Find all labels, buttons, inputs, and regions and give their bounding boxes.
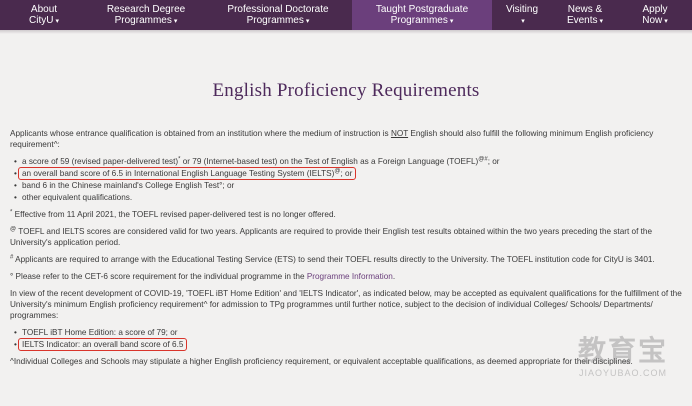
watermark-logo: 教育宝 xyxy=(577,335,668,366)
covid-paragraph: In view of the recent development of COV… xyxy=(10,289,682,320)
toefl-sup2: @# xyxy=(478,156,488,163)
intro-text-a: Applicants whose entrance qualification … xyxy=(10,129,391,138)
chevron-down-icon: ▾ xyxy=(55,17,59,25)
top-nav: About CityU ▾ Research Degree Programmes ▾… xyxy=(0,0,692,30)
intro-paragraph: Applicants whose entrance qualification … xyxy=(10,128,682,150)
list-item-toefl: a score of 59 (revised paper-delivered t… xyxy=(10,156,682,167)
note3-text: Applicants are required to arrange with … xyxy=(13,255,655,264)
nav-news-events[interactable]: News & Events ▾ xyxy=(552,0,618,30)
chevron-down-icon: ▾ xyxy=(449,17,454,25)
intro-not: NOT xyxy=(390,129,409,138)
note4-text-b: . xyxy=(392,272,396,281)
nav-professional-doctorate[interactable]: Professional Doctorate Programmes ▾ xyxy=(204,0,352,30)
note4-text-a: ° Please refer to the CET-6 score requir… xyxy=(10,272,307,281)
nav-tpg-line2: Programmes xyxy=(390,14,448,26)
nav-visiting[interactable]: Visiting ▾ xyxy=(492,0,552,30)
nav-profdoc-line2: Programmes xyxy=(246,14,304,26)
ielts-text-c: ; or xyxy=(340,169,353,178)
nav-shadow xyxy=(0,30,692,34)
toefl-text-b: or 79 (Internet-based test) on the Test … xyxy=(180,157,479,166)
nav-taught-postgraduate[interactable]: Taught Postgraduate Programmes ▾ xyxy=(352,0,492,30)
list-item-cet: band 6 in the Chinese mainland's College… xyxy=(10,180,682,191)
nav-news-line1: News & xyxy=(567,3,603,15)
programme-information-link[interactable]: Programme Information xyxy=(307,272,393,281)
list-item-other: other equivalent qualifications. xyxy=(10,192,682,203)
note-ets: # Applicants are required to arrange wit… xyxy=(10,254,682,265)
chevron-down-icon: ▾ xyxy=(599,17,604,25)
chevron-down-icon: ▾ xyxy=(305,17,310,25)
nav-research-degree[interactable]: Research Degree Programmes ▾ xyxy=(88,0,204,30)
nav-about-cityu[interactable]: About CityU ▾ xyxy=(0,0,88,30)
watermark-url: JIAOYUBAO.COM xyxy=(578,368,667,378)
chevron-down-icon: ▾ xyxy=(664,17,668,25)
nav-apply-line2: Now xyxy=(642,14,663,26)
nav-news-line2: Events xyxy=(566,14,598,26)
note-effective-date: * Effective from 11 April 2021, the TOEF… xyxy=(10,209,682,220)
nav-apply-line1: Apply xyxy=(642,3,668,15)
nav-visiting-line1: Visiting xyxy=(505,3,539,15)
nav-research-line2: Programmes xyxy=(114,14,172,26)
page-title: English Proficiency Requirements xyxy=(212,80,480,101)
note2-text: TOEFL and IELTS scores are considered va… xyxy=(10,227,653,247)
note-validity: @ TOEFL and IELTS scores are considered … xyxy=(10,226,682,248)
chevron-down-icon: ▾ xyxy=(521,17,525,25)
list-item-ielts: an overall band score of 6.5 in Internat… xyxy=(10,167,682,180)
main-content: English Proficiency Requirements Applica… xyxy=(10,40,682,373)
watermark: 教育宝 JIAOYUBAO.COM xyxy=(568,334,678,394)
chevron-down-icon: ▾ xyxy=(173,17,178,25)
nav-about-line1: About xyxy=(30,3,58,15)
nav-about-line2: CityU xyxy=(29,14,54,26)
nav-research-line1: Research Degree xyxy=(106,3,186,15)
toefl-text-c: ; or xyxy=(487,157,500,166)
note-cet6: ° Please refer to the CET-6 score requir… xyxy=(10,271,682,282)
ielts-highlight-box: an overall band score of 6.5 in Internat… xyxy=(17,167,357,180)
ielts-text: an overall band score of 6.5 in Internat… xyxy=(22,169,335,178)
nav-profdoc-line1: Professional Doctorate xyxy=(227,3,329,15)
toefl-text-a: a score of 59 (revised paper-delivered t… xyxy=(22,157,179,166)
nav-apply-now[interactable]: Apply Now ▾ xyxy=(618,0,692,30)
note1-text: Effective from 11 April 2021, the TOEFL … xyxy=(12,210,336,219)
requirements-list: a score of 59 (revised paper-delivered t… xyxy=(10,156,682,203)
ielts-indicator-highlight-box: IELTS Indicator: an overall band score o… xyxy=(17,338,188,351)
nav-tpg-line1: Taught Postgraduate xyxy=(375,3,469,15)
